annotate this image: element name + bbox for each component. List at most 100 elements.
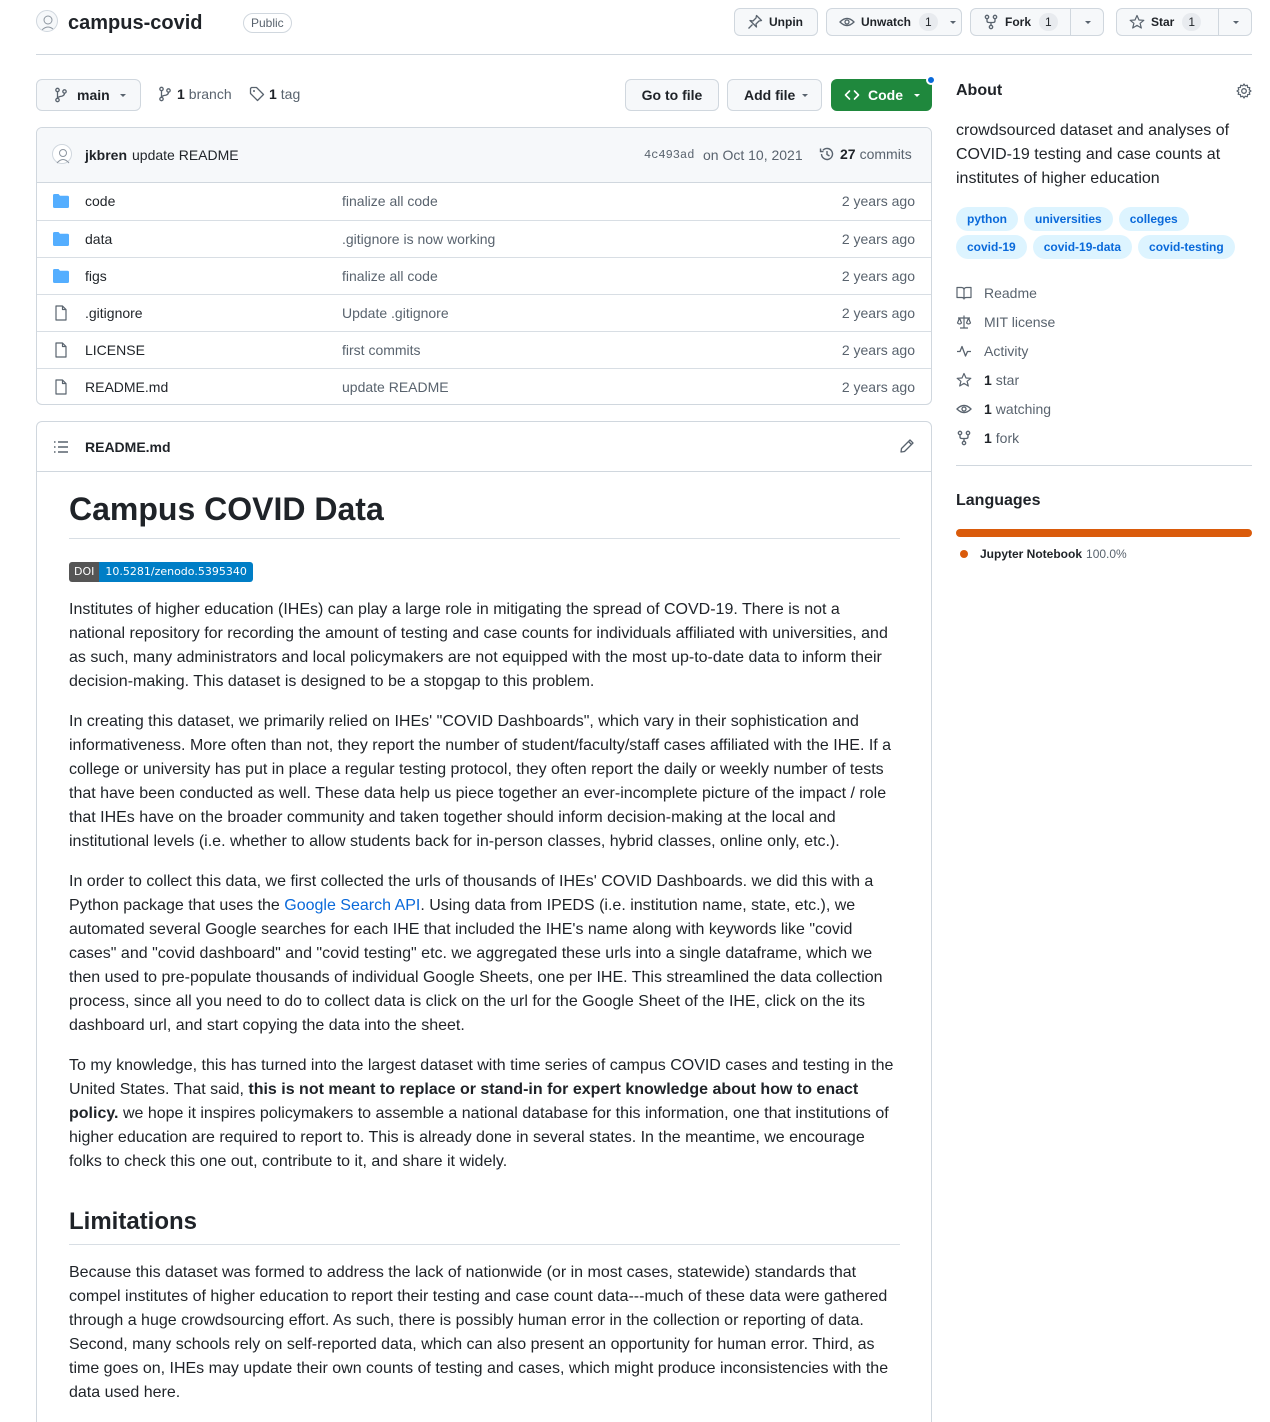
file-age: 2 years ago <box>841 193 915 209</box>
topic-tag[interactable]: universities <box>1024 207 1113 231</box>
star-count: 1 <box>1182 13 1202 31</box>
doi-badge[interactable]: DOI 10.5281/zenodo.5395340 <box>69 562 253 582</box>
go-to-file-button[interactable]: Go to file <box>625 79 719 111</box>
chevron-down-icon <box>1231 17 1241 27</box>
file-name[interactable]: code <box>85 193 115 209</box>
chevron-down-icon[interactable] <box>948 17 958 27</box>
file-browser: jkbren update README 4c493ad on Oct 10, … <box>36 127 932 405</box>
commit-date: on Oct 10, 2021 <box>703 147 803 163</box>
file-commit-message[interactable]: finalize all code <box>342 268 438 284</box>
file-row[interactable]: README.md update README 2 years ago <box>37 368 931 404</box>
readme-header: README.md <box>37 422 931 472</box>
file-icon <box>53 379 69 395</box>
file-row[interactable]: figs finalize all code 2 years ago <box>37 257 931 294</box>
unwatch-button[interactable]: Unwatch 1 <box>826 8 962 36</box>
stars-label: star <box>995 371 1020 388</box>
latest-commit-bar: jkbren update README 4c493ad on Oct 10, … <box>37 128 931 183</box>
watch-count: 1 <box>919 13 938 31</box>
topic-tag[interactable]: python <box>956 207 1018 231</box>
topic-tag[interactable]: covid-19-data <box>1032 235 1133 259</box>
file-row[interactable]: .gitignore Update .gitignore 2 years ago <box>37 294 931 331</box>
file-name[interactable]: data <box>85 231 112 247</box>
owner-avatar[interactable] <box>36 10 58 32</box>
tags-label: tag <box>280 86 301 102</box>
star-button[interactable]: Star 1 <box>1116 8 1252 36</box>
language-percent: 100.0% <box>1086 547 1127 561</box>
fork-dropdown[interactable] <box>1070 9 1104 35</box>
topic-tag[interactable]: covid-testing <box>1138 235 1235 259</box>
file-commit-message[interactable]: finalize all code <box>342 193 438 209</box>
fork-button[interactable]: Fork 1 <box>970 8 1104 36</box>
fork-icon <box>956 430 984 446</box>
doi-badge-label: DOI <box>69 562 100 582</box>
repo-name[interactable]: campus-covid <box>68 11 202 35</box>
sidebar-divider <box>956 465 1252 466</box>
commit-author[interactable]: jkbren <box>85 147 127 163</box>
stars-link[interactable]: 1 star <box>956 365 1252 394</box>
branch-selector[interactable]: main <box>36 79 141 111</box>
file-name[interactable]: LICENSE <box>85 342 145 358</box>
paragraph-text: we hope it inspires policymakers to asse… <box>69 1105 889 1170</box>
outline-icon[interactable] <box>53 439 69 455</box>
repo-description: crowdsourced dataset and analyses of COV… <box>956 122 1230 187</box>
readme-content: Campus COVID Data DOI 10.5281/zenodo.539… <box>69 471 900 1405</box>
file-age: 2 years ago <box>841 342 915 358</box>
repo-meta-list: Readme MIT license Activity 1 star 1 wat… <box>956 278 1252 452</box>
file-commit-message[interactable]: .gitignore is now working <box>342 231 495 247</box>
gear-icon[interactable] <box>1236 83 1252 99</box>
file-name[interactable]: .gitignore <box>85 305 143 321</box>
law-icon <box>956 314 984 330</box>
add-file-button[interactable]: Add file <box>727 79 822 111</box>
readme-paragraph: In order to collect this data, we first … <box>69 870 900 1038</box>
code-icon <box>844 87 860 103</box>
readme-paragraph: In creating this dataset, we primarily r… <box>69 713 892 850</box>
chevron-down-icon <box>118 90 128 100</box>
topic-tag[interactable]: covid-19 <box>956 235 1027 259</box>
folder-icon <box>53 194 69 208</box>
code-button[interactable]: Code <box>831 79 932 111</box>
commit-message[interactable]: update README <box>132 147 239 163</box>
file-age: 2 years ago <box>841 305 915 321</box>
readme-link[interactable]: Readme <box>956 278 1252 307</box>
folder-icon <box>53 232 69 246</box>
license-link[interactable]: MIT license <box>956 307 1252 336</box>
file-age: 2 years ago <box>841 231 915 247</box>
branches-count: 1 <box>177 86 185 102</box>
readme-filename[interactable]: README.md <box>85 439 171 455</box>
tags-link[interactable]: 1 tag <box>249 86 300 102</box>
language-item[interactable]: Jupyter Notebook 100.0% <box>956 547 1252 561</box>
star-dropdown[interactable] <box>1218 9 1252 35</box>
code-label: Code <box>868 87 903 103</box>
unpin-label: Unpin <box>769 15 803 29</box>
file-row[interactable]: code finalize all code 2 years ago <box>37 183 931 220</box>
file-commit-message[interactable]: first commits <box>342 342 421 358</box>
pencil-icon[interactable] <box>899 438 915 454</box>
license-label: MIT license <box>984 313 1056 330</box>
file-icon <box>53 342 69 358</box>
language-color-dot <box>960 550 968 558</box>
watching-link[interactable]: 1 watching <box>956 394 1252 423</box>
commit-sha[interactable]: 4c493ad <box>644 148 694 162</box>
activity-link[interactable]: Activity <box>956 336 1252 365</box>
about-sidebar: About crowdsourced dataset and analyses … <box>956 76 1252 561</box>
file-name[interactable]: figs <box>85 268 107 284</box>
file-row[interactable]: LICENSE first commits 2 years ago <box>37 331 931 368</box>
star-label: Star <box>1151 15 1175 29</box>
commit-author-avatar[interactable] <box>52 144 72 164</box>
readme-paragraph: Because this dataset was formed to addre… <box>69 1264 889 1401</box>
file-commit-message[interactable]: update README <box>342 379 449 395</box>
branches-link[interactable]: 1 branch <box>157 86 232 102</box>
forks-link[interactable]: 1 fork <box>956 423 1252 452</box>
file-commit-message[interactable]: Update .gitignore <box>342 305 449 321</box>
google-search-api-link[interactable]: Google Search API <box>284 897 420 914</box>
pin-icon <box>747 14 763 30</box>
watching-count: 1 <box>984 400 992 417</box>
file-row[interactable]: data .gitignore is now working 2 years a… <box>37 220 931 257</box>
fork-icon <box>983 14 999 30</box>
activity-label: Activity <box>984 342 1029 359</box>
commits-history-link[interactable]: 27 commits <box>819 146 912 162</box>
notification-dot <box>926 75 936 85</box>
unpin-button[interactable]: Unpin <box>734 8 818 36</box>
file-name[interactable]: README.md <box>85 379 168 395</box>
topic-tag[interactable]: colleges <box>1118 207 1189 231</box>
